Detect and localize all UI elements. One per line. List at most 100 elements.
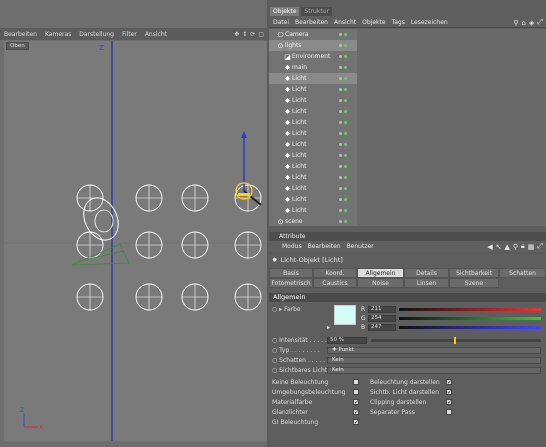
object-row[interactable]: ✸ main	[269, 62, 357, 73]
g-slider[interactable]	[399, 317, 541, 320]
viewport-menu-bearbeiten[interactable]: Bearbeiten	[4, 31, 37, 38]
visibility-dots[interactable]	[339, 132, 347, 135]
visibility-dots[interactable]	[339, 209, 347, 212]
tab-schatten[interactable]: Schatten	[499, 268, 546, 278]
visibility-dots[interactable]	[339, 66, 347, 69]
home-icon[interactable]: ⌂	[522, 19, 526, 27]
object-row[interactable]: ✸ Licht	[269, 183, 357, 194]
checkbox[interactable]: ✓	[446, 389, 452, 396]
visibility-dots[interactable]	[339, 154, 347, 157]
move-icon[interactable]: ✥	[234, 31, 239, 38]
tab-objekte[interactable]: Objekte	[270, 7, 300, 16]
visibility-dots[interactable]	[339, 33, 347, 36]
object-row[interactable]: ✸ Licht	[269, 128, 357, 139]
tab-caustics[interactable]: Caustics	[313, 278, 357, 288]
checkbox[interactable]: ✓	[353, 419, 359, 426]
object-row[interactable]: ✸ Licht	[269, 150, 357, 161]
viewport-menu-kameras[interactable]: Kameras	[45, 31, 71, 38]
visibility-dots[interactable]	[339, 165, 347, 168]
search-icon[interactable]: ⚲	[513, 19, 518, 27]
viewport-menu-darstellung[interactable]: Darstellung	[79, 31, 114, 38]
tab-details[interactable]: Details	[404, 268, 449, 278]
visibility-dots[interactable]	[339, 220, 347, 223]
up-arrow-icon[interactable]: ▲	[505, 243, 510, 251]
object-row[interactable]: ✸ Licht	[269, 194, 357, 205]
object-row[interactable]: ✸ Licht	[269, 161, 357, 172]
viewport-3d-view[interactable]: Oben Z Z X	[4, 41, 267, 441]
typ-dropdown[interactable]: ✚ Punkt	[327, 347, 541, 354]
tab-sichtbarkeit[interactable]: Sichtbarkeit	[449, 268, 499, 278]
checkbox[interactable]: ✓	[446, 399, 452, 406]
object-row[interactable]: ✸ Licht	[269, 84, 357, 95]
visibility-dots[interactable]	[339, 88, 347, 91]
intensitaet-field[interactable]: 50 %	[327, 337, 367, 344]
visibility-dots[interactable]	[339, 44, 347, 47]
lock-icon[interactable]: 🔒︎	[521, 242, 525, 251]
b-field[interactable]: 247	[368, 324, 396, 331]
object-row[interactable]: ⊙ lights	[269, 40, 357, 51]
rotate-icon[interactable]: ⟳	[250, 31, 255, 38]
tab-fotometrisch[interactable]: Fotometrisch	[269, 278, 313, 288]
maximize-icon[interactable]: ▢	[258, 31, 264, 38]
attr-menu-modus[interactable]: Modus	[282, 243, 302, 250]
sichtbar-dropdown[interactable]: Kein	[327, 367, 541, 374]
visibility-dots[interactable]	[339, 198, 347, 201]
visibility-dots[interactable]	[339, 99, 347, 102]
schatten-dropdown[interactable]: Kein	[327, 357, 541, 364]
viewport-menu-filter[interactable]: Filter	[122, 31, 137, 38]
object-row[interactable]: ⎔ Camera	[269, 29, 357, 40]
object-row[interactable]: ✸ Licht	[269, 73, 357, 84]
tab-koord[interactable]: Koord.	[313, 268, 357, 278]
manager-tabs: Objekte Struktur	[269, 7, 332, 16]
tab-struktur[interactable]: Struktur	[301, 7, 332, 16]
zoom-icon[interactable]: ↕	[242, 31, 247, 38]
object-row[interactable]: ✸ Licht	[269, 172, 357, 183]
object-row-label: Licht	[292, 152, 307, 159]
object-row[interactable]: ⊙ scene	[269, 216, 357, 227]
attr-menu-bearbeiten[interactable]: Bearbeiten	[308, 243, 341, 250]
sichtbar-row: ○ Sichtbares Licht . Kein	[269, 366, 546, 375]
object-row[interactable]: ✸ Licht	[269, 139, 357, 150]
tab-linsen[interactable]: Linsen	[404, 278, 449, 288]
visibility-dots[interactable]	[339, 121, 347, 124]
back-arrow-icon[interactable]: ◀	[487, 243, 492, 251]
checkbox[interactable]	[446, 409, 452, 415]
visibility-dots[interactable]	[339, 77, 347, 80]
object-row[interactable]: ✸ Licht	[269, 117, 357, 128]
object-row[interactable]: ✸ Licht	[269, 95, 357, 106]
visibility-dots[interactable]	[339, 143, 347, 146]
search-icon[interactable]: ⚲	[513, 243, 518, 251]
tab-allgemein[interactable]: Allgemein	[357, 268, 404, 278]
hsv-toggle[interactable]: ▸	[327, 324, 330, 331]
visibility-dots[interactable]	[339, 55, 347, 58]
expand-icon[interactable]: ⤢	[537, 18, 543, 27]
intensitaet-slider[interactable]	[371, 339, 541, 342]
tag-icon[interactable]: ◈	[529, 19, 534, 27]
cursor-icon[interactable]: ↖	[496, 243, 502, 251]
om-menu-objekte[interactable]: Objekte	[362, 19, 385, 26]
checkbox[interactable]: ✓	[446, 379, 452, 386]
viewport-menu-ansicht[interactable]: Ansicht	[145, 31, 167, 38]
om-menu-tags[interactable]: Tags	[392, 19, 405, 26]
attr-menu-benutzer[interactable]: Benutzer	[347, 243, 374, 250]
visibility-dots[interactable]	[339, 176, 347, 179]
visibility-dots[interactable]	[339, 110, 347, 113]
tab-basis[interactable]: Basis	[269, 268, 313, 278]
r-slider[interactable]	[399, 308, 541, 311]
grid-icon[interactable]: ▦	[528, 243, 535, 251]
om-menu-ansicht[interactable]: Ansicht	[334, 19, 356, 26]
om-menu-lesezeichen[interactable]: Lesezeichen	[411, 19, 448, 26]
visibility-dots[interactable]	[339, 187, 347, 190]
intensitaet-slider-marker[interactable]	[454, 337, 456, 344]
r-field[interactable]: 211	[368, 306, 396, 313]
b-slider[interactable]	[399, 326, 541, 329]
object-row[interactable]: ✸ Licht	[269, 205, 357, 216]
tab-noise[interactable]: Noise	[357, 278, 404, 288]
object-row[interactable]: ◪ Environment	[269, 51, 357, 62]
om-menu-datei[interactable]: Datei	[273, 19, 289, 26]
g-field[interactable]: 254	[368, 315, 396, 322]
om-menu-bearbeiten[interactable]: Bearbeiten	[295, 19, 328, 26]
object-row[interactable]: ✸ Licht	[269, 106, 357, 117]
tab-szene[interactable]: Szene	[449, 278, 499, 288]
expand-icon[interactable]: ⤢	[537, 242, 543, 251]
